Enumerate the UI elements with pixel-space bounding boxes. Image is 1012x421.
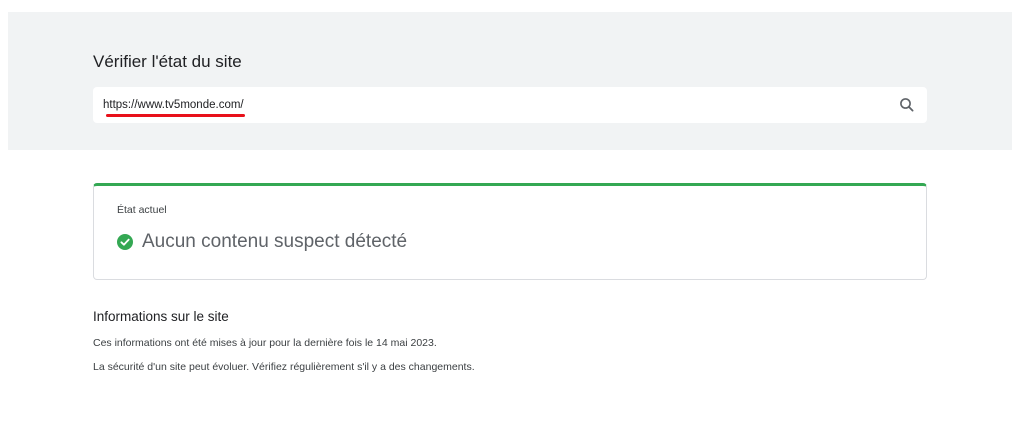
red-underline-annotation [106, 114, 245, 117]
info-heading: Informations sur le site [93, 309, 229, 324]
info-line-security-note: La sécurité d'un site peut évoluer. Véri… [93, 361, 475, 373]
status-row: Aucun contenu suspect détecté [117, 231, 407, 253]
status-text: Aucun contenu suspect détecté [142, 231, 408, 252]
check-circle-icon [117, 234, 133, 250]
search-icon [900, 98, 914, 112]
panel-title: Vérifier l'état du site [93, 52, 242, 71]
site-info-section: Informations sur le site Ces information… [93, 309, 927, 385]
url-input[interactable] [103, 87, 873, 123]
info-line-updated: Ces informations ont été mises à jour po… [93, 337, 437, 349]
status-label: État actuel [117, 204, 167, 216]
page: Vérifier l'état du site État actuel Aucu… [0, 0, 1012, 421]
status-card: État actuel Aucun contenu suspect détect… [93, 183, 927, 280]
search-button[interactable] [897, 95, 917, 115]
site-status-search-panel: Vérifier l'état du site [8, 12, 1012, 150]
search-box [93, 87, 927, 123]
